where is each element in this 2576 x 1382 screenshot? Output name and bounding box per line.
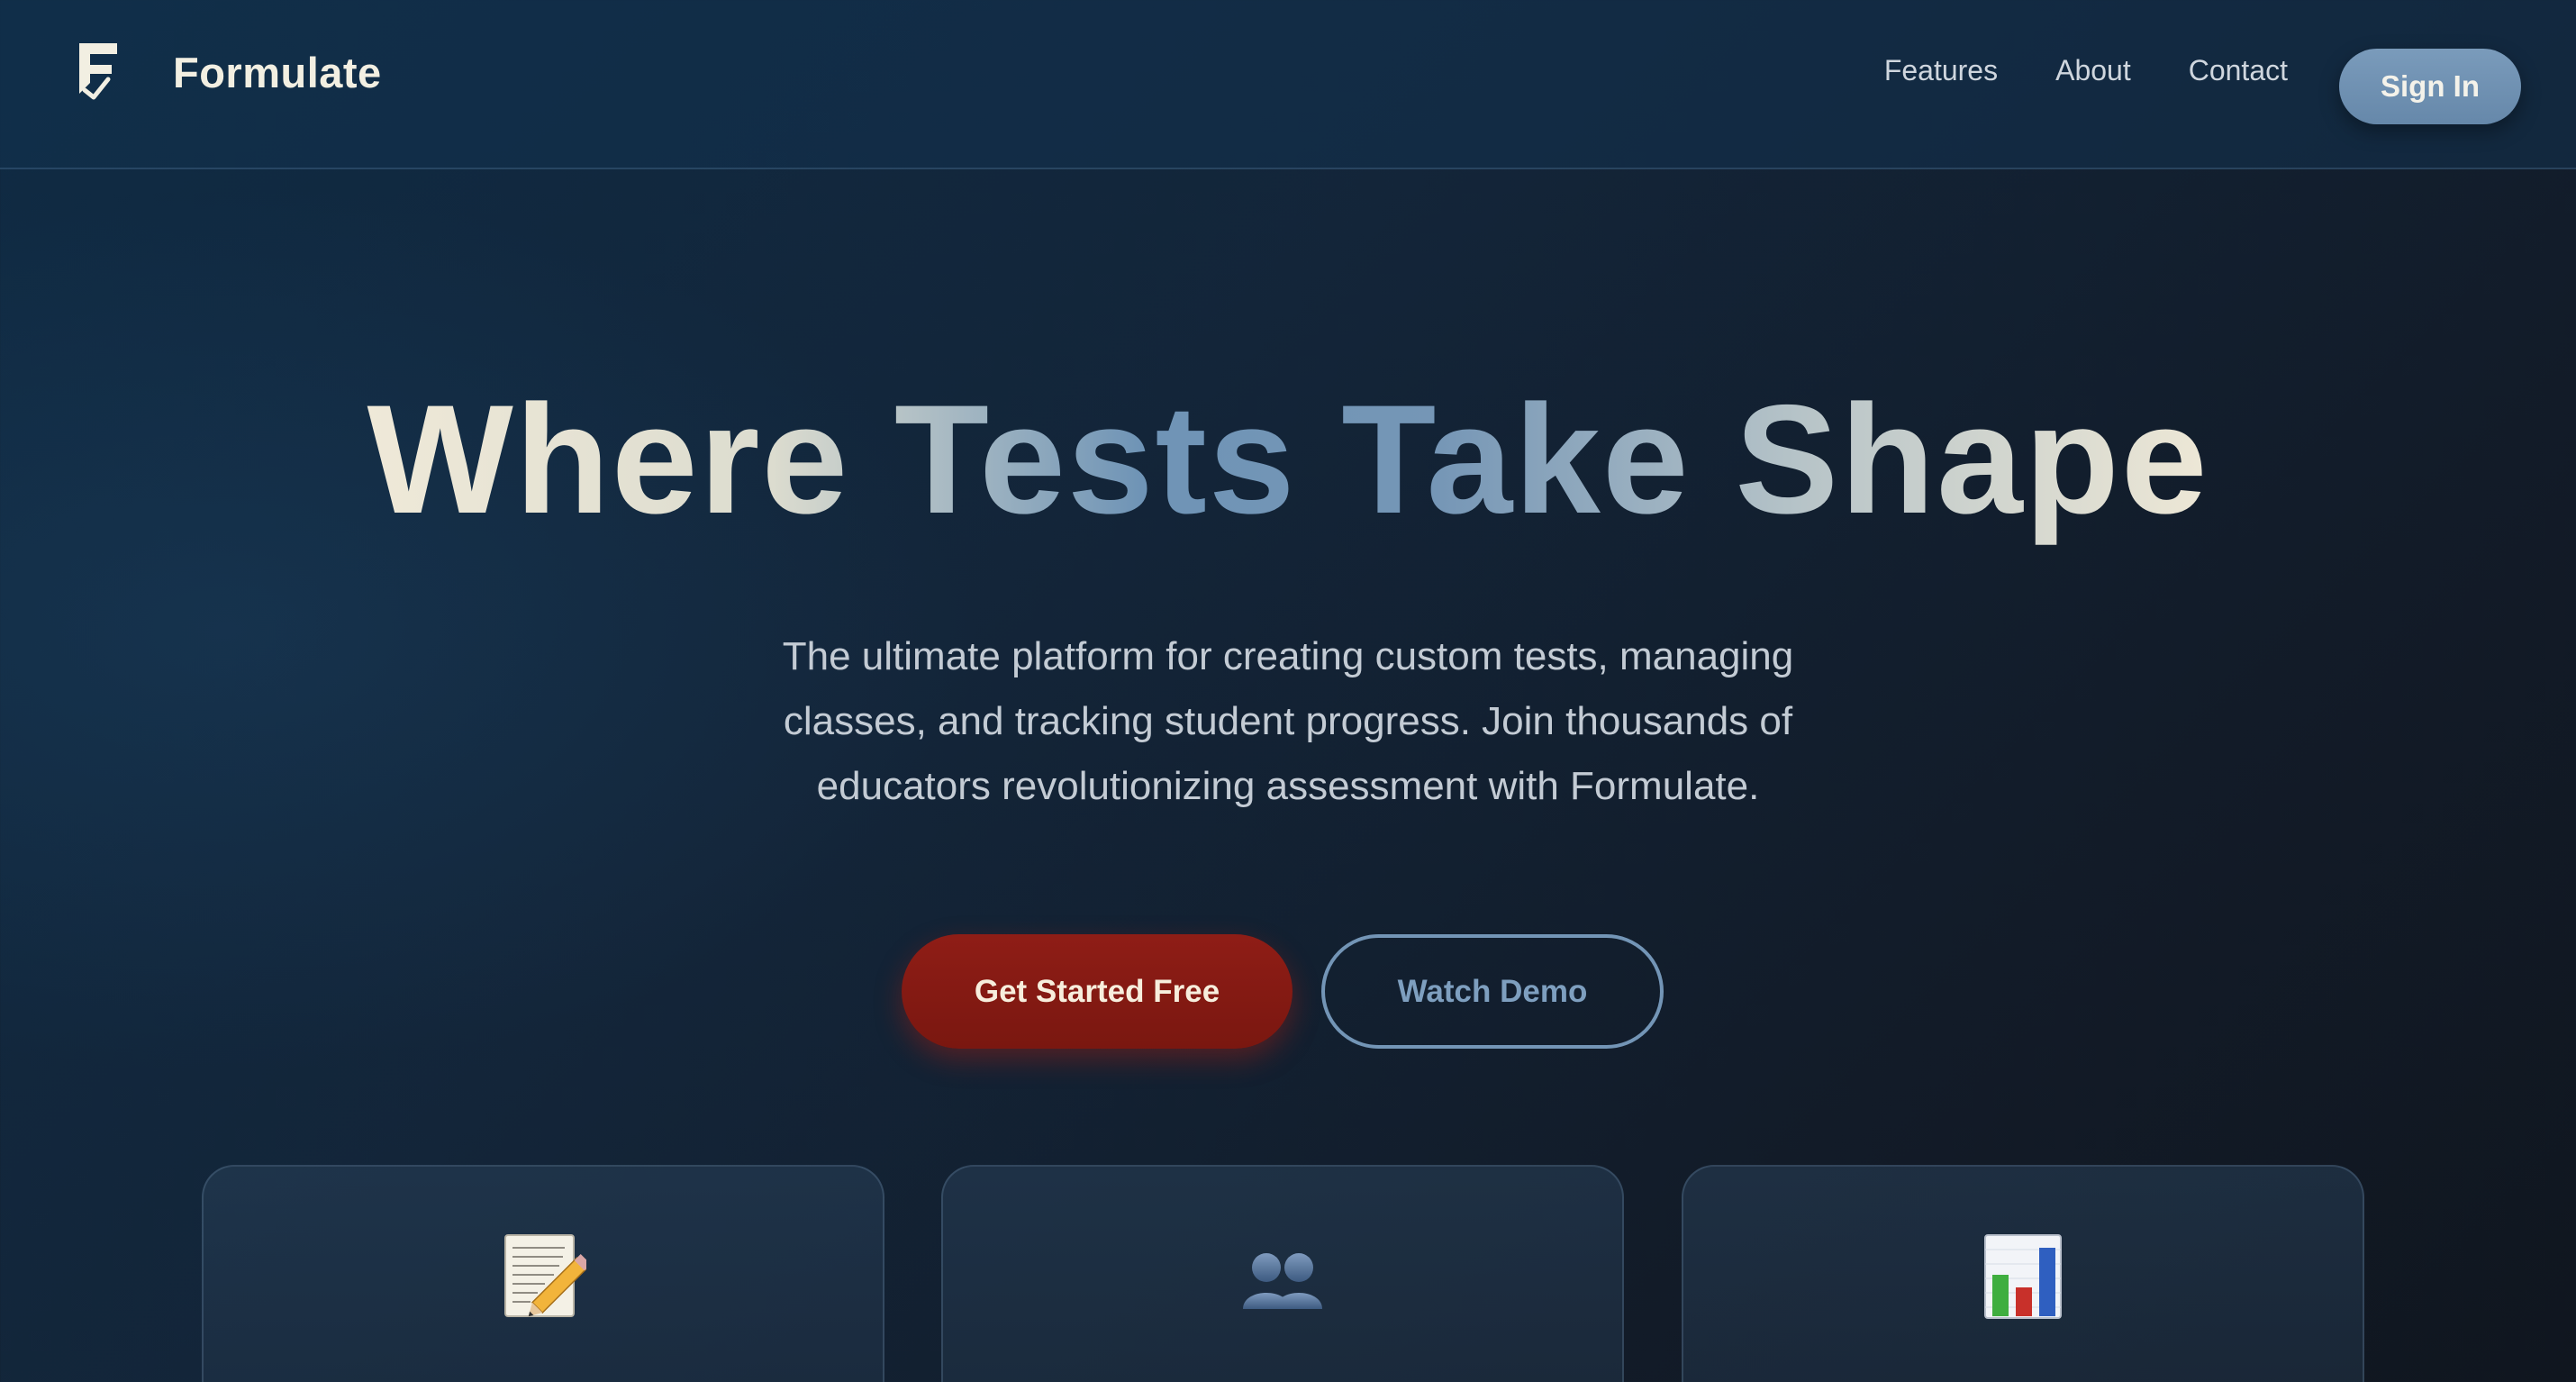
hero-title: Where Tests Take Shape — [0, 369, 2576, 550]
nav-links: Features About Contact — [1827, 52, 2288, 88]
feature-card-tests[interactable] — [202, 1165, 884, 1382]
brand[interactable]: Formulate — [76, 41, 382, 103]
get-started-button[interactable]: Get Started Free — [902, 934, 1293, 1049]
hero-title-text: Where Tests Take Shape — [367, 373, 2209, 546]
sign-in-button[interactable]: Sign In — [2339, 49, 2521, 124]
nav-link-features[interactable]: Features — [1884, 52, 1998, 88]
nav-link-about[interactable]: About — [2055, 52, 2131, 88]
nav-link-contact[interactable]: Contact — [2189, 52, 2288, 88]
users-icon — [1243, 1253, 1322, 1309]
watch-demo-button[interactable]: Watch Demo — [1321, 934, 1664, 1049]
memo-pencil-icon — [504, 1234, 586, 1317]
feature-card-progress[interactable] — [1682, 1165, 2364, 1382]
brand-name: Formulate — [173, 48, 382, 96]
hero-subtitle: The ultimate platform for creating custo… — [782, 634, 1794, 808]
top-navbar: Formulate Features About Contact Sign In — [0, 0, 2576, 169]
bar-chart-icon — [1984, 1234, 2062, 1319]
formulate-logo-icon — [79, 43, 117, 100]
feature-card-classes[interactable] — [941, 1165, 1624, 1382]
